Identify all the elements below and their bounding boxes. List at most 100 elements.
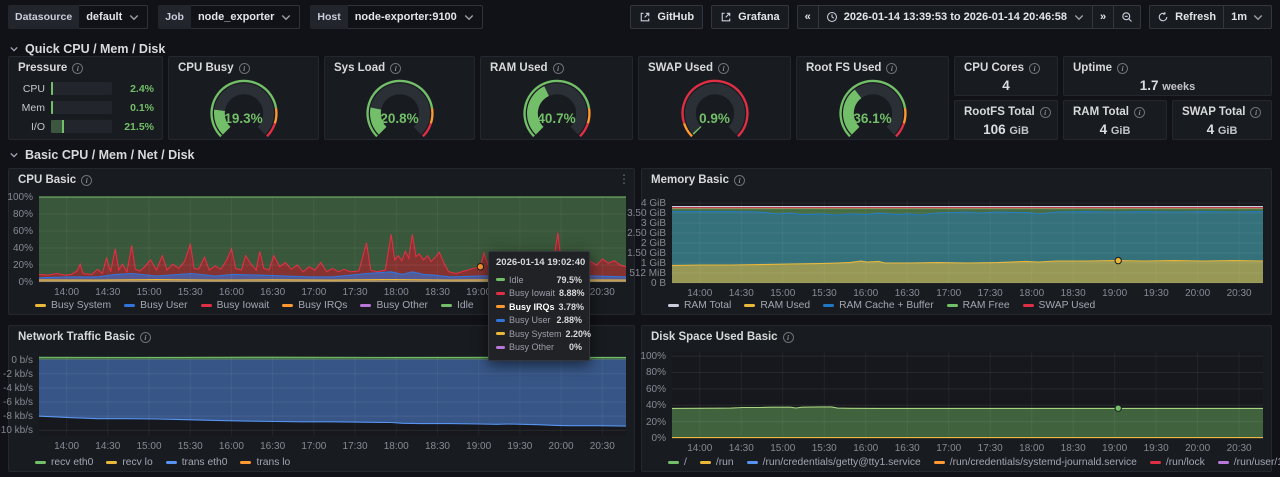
- legend-item[interactable]: Busy User: [124, 300, 188, 311]
- legend-item[interactable]: Busy Iowait: [201, 300, 270, 311]
- tooltip-row: Busy Other0%: [496, 341, 582, 355]
- variable-value-dropdown[interactable]: node-exporter:9100: [348, 5, 483, 29]
- disk-basic-chart[interactable]: 100%80%60%40%20%0%14:0014:3015:0015:3016…: [642, 326, 1271, 471]
- info-icon[interactable]: i: [1250, 107, 1261, 118]
- info-icon[interactable]: i: [1134, 107, 1145, 118]
- info-icon[interactable]: i: [718, 63, 729, 74]
- x-axis-tick: 16:30: [257, 441, 289, 452]
- info-icon[interactable]: i: [239, 63, 250, 74]
- x-axis-tick: 14:30: [92, 441, 124, 452]
- row-title: Quick CPU / Mem / Disk: [25, 42, 165, 56]
- time-range-text: 2026-01-14 13:39:53 to 2026-01-14 20:46:…: [844, 11, 1067, 23]
- x-axis-tick: 17:30: [339, 441, 371, 452]
- info-icon[interactable]: i: [886, 63, 897, 74]
- template-variables: Datasourcedefault Jobnode_exporter Hostnod…: [8, 5, 483, 29]
- info-icon[interactable]: i: [1117, 63, 1128, 74]
- time-shift-back-button[interactable]: «: [798, 6, 818, 28]
- legend-label: Busy Other: [376, 300, 428, 311]
- variable-label: Job: [158, 5, 191, 29]
- variable-value-dropdown[interactable]: node_exporter: [191, 5, 300, 29]
- info-icon[interactable]: i: [553, 63, 564, 74]
- x-axis-tick: 18:30: [421, 287, 453, 298]
- tooltip-series-value: 8.88%: [559, 288, 585, 298]
- link-button-github[interactable]: GitHub: [630, 5, 703, 29]
- refresh-interval-dropdown[interactable]: 1m: [1223, 6, 1271, 28]
- info-icon[interactable]: i: [140, 332, 151, 343]
- x-axis-tick: 17:00: [298, 287, 330, 298]
- gauge-value: 0.9%: [639, 111, 790, 126]
- panel-menu-icon[interactable]: ⋮: [618, 173, 630, 185]
- info-icon[interactable]: i: [81, 175, 92, 186]
- legend-label: RAM Free: [963, 300, 1010, 311]
- info-icon[interactable]: i: [1029, 63, 1040, 74]
- pressure-row-i/o: I/O21.5%: [18, 120, 154, 133]
- time-picker-group: « 2026-01-14 13:39:53 to 2026-01-14 20:46…: [797, 5, 1141, 29]
- info-icon[interactable]: i: [72, 63, 83, 74]
- x-axis-tick: 19:00: [1099, 443, 1131, 454]
- variable-value: default: [86, 11, 122, 23]
- link-button-grafana[interactable]: Grafana: [711, 5, 789, 29]
- legend-item[interactable]: /run: [700, 457, 734, 468]
- time-shift-forward-button[interactable]: »: [1092, 6, 1113, 28]
- legend-item[interactable]: recv lo: [106, 457, 152, 468]
- legend-item[interactable]: /run/credentials/systemd-journald.servic…: [934, 457, 1137, 468]
- x-axis-tick: 18:30: [421, 441, 453, 452]
- info-icon[interactable]: i: [1040, 107, 1051, 118]
- legend-item[interactable]: /run/user/1000: [1218, 457, 1280, 468]
- legend-color-dash: [441, 304, 452, 307]
- variable-value-dropdown[interactable]: default: [79, 5, 148, 29]
- time-range-picker[interactable]: 2026-01-14 13:39:53 to 2026-01-14 20:46:…: [818, 6, 1092, 28]
- y-axis-tick: 0%: [652, 433, 666, 444]
- legend-item[interactable]: /run/credentials/getty@tty1.service: [747, 457, 921, 468]
- refresh-button[interactable]: Refresh: [1150, 6, 1223, 28]
- gauge-arc: [498, 74, 616, 137]
- y-axis-tick: -8 kb/s: [3, 411, 33, 422]
- stat-unit: GiB: [1111, 125, 1131, 137]
- header-toolbar: GitHub Grafana « 2026-01-14 13:39:53 to 202…: [630, 5, 1272, 29]
- legend-item[interactable]: RAM Total: [668, 300, 731, 311]
- legend-item[interactable]: /run/lock: [1150, 457, 1205, 468]
- panel-gauge-ram-used: RAM Usedi40.7%: [480, 56, 633, 140]
- gauge-value: 36.1%: [797, 111, 948, 126]
- legend-item[interactable]: SWAP Used: [1023, 300, 1096, 311]
- chevron-down-icon: [1252, 11, 1264, 23]
- stat-unit: weeks: [1162, 81, 1195, 93]
- legend-item[interactable]: Busy System: [35, 300, 111, 311]
- time-zoom-out-button[interactable]: [1113, 6, 1140, 28]
- variable-datasource[interactable]: Datasourcedefault: [8, 5, 148, 29]
- legend-item[interactable]: Busy IRQs: [282, 300, 347, 311]
- info-icon[interactable]: i: [390, 63, 401, 74]
- info-icon[interactable]: i: [734, 175, 745, 186]
- info-icon[interactable]: i: [783, 332, 794, 343]
- legend-label: /run: [716, 457, 734, 468]
- legend-item[interactable]: RAM Cache + Buffer: [823, 300, 934, 311]
- legend-item[interactable]: Busy Other: [360, 300, 428, 311]
- tooltip-series-label: Busy Other: [509, 342, 565, 352]
- row-header-basic[interactable]: Basic CPU / Mem / Net / Disk: [10, 148, 195, 162]
- legend-item[interactable]: trans lo: [240, 457, 290, 468]
- panel-title: Disk Space Used Basic: [651, 331, 778, 343]
- pressure-bar: [51, 82, 112, 95]
- stat-value: 4 GiB: [1064, 122, 1166, 137]
- memory-basic-chart[interactable]: 4 GiB3.50 GiB3 GiB2.50 GiB2 GiB1.50 GiB1…: [642, 169, 1271, 314]
- x-axis-tick: 14:30: [92, 287, 124, 298]
- legend-item[interactable]: RAM Used: [744, 300, 810, 311]
- tooltip-series-value: 79.5%: [556, 275, 582, 285]
- legend-color-dash: [240, 461, 251, 464]
- variable-host[interactable]: Hostnode-exporter:9100: [310, 5, 482, 29]
- x-axis-tick: 20:30: [1223, 443, 1255, 454]
- legend-item[interactable]: recv eth0: [35, 457, 93, 468]
- x-axis-tick: 20:30: [586, 441, 618, 452]
- gauge-value: 40.7%: [481, 111, 632, 126]
- legend-item[interactable]: RAM Free: [947, 300, 1010, 311]
- link-label: Grafana: [738, 11, 780, 23]
- pressure-row-cpu: CPU2.4%: [18, 82, 154, 95]
- y-axis-tick: -2 kb/s: [3, 369, 33, 380]
- gauge-value: 20.8%: [325, 111, 474, 126]
- variable-job[interactable]: Jobnode_exporter: [158, 5, 300, 29]
- legend-item[interactable]: Idle: [441, 300, 474, 311]
- row-header-quick[interactable]: Quick CPU / Mem / Disk: [10, 42, 165, 56]
- legend-item[interactable]: trans eth0: [166, 457, 228, 468]
- refresh-icon: [1157, 11, 1169, 23]
- legend-item[interactable]: /: [668, 457, 687, 468]
